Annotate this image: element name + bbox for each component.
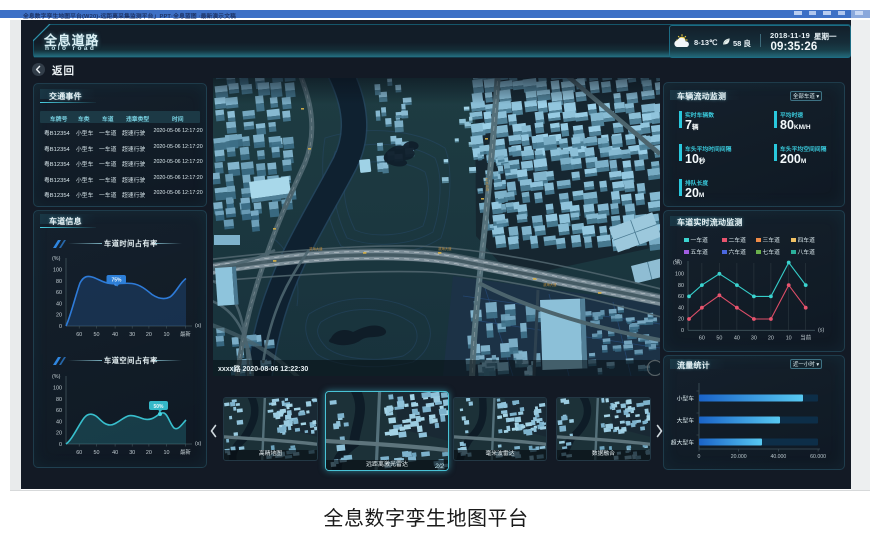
svg-text:(%): (%) xyxy=(52,374,61,380)
svg-text:60.000: 60.000 xyxy=(810,454,826,460)
svg-text:60: 60 xyxy=(678,294,684,300)
svg-text:50%: 50% xyxy=(153,404,164,410)
svg-text:30: 30 xyxy=(129,450,135,456)
svg-text:(辆): (辆) xyxy=(673,258,682,266)
svg-text:20: 20 xyxy=(56,313,62,319)
svg-text:40: 40 xyxy=(678,305,684,311)
svg-text:超大型车: 超大型车 xyxy=(671,438,694,446)
svg-text:40: 40 xyxy=(56,419,62,425)
svg-text:100: 100 xyxy=(675,272,684,278)
svg-text:0: 0 xyxy=(59,324,62,330)
svg-text:10: 10 xyxy=(164,450,170,456)
svg-text:75%: 75% xyxy=(111,278,122,284)
svg-text:20: 20 xyxy=(146,450,152,456)
svg-text:100: 100 xyxy=(53,268,62,274)
svg-text:80: 80 xyxy=(56,279,62,285)
svg-text:20: 20 xyxy=(56,431,62,437)
svg-text:20: 20 xyxy=(146,332,152,338)
svg-text:60: 60 xyxy=(56,290,62,296)
svg-text:40: 40 xyxy=(734,336,740,342)
svg-text:0: 0 xyxy=(698,454,701,460)
svg-text:80: 80 xyxy=(678,283,684,289)
svg-text:(s): (s) xyxy=(195,441,201,447)
svg-text:(s): (s) xyxy=(195,323,201,329)
svg-text:滨海大道: 滨海大道 xyxy=(438,246,452,251)
svg-text:80: 80 xyxy=(56,397,62,403)
svg-text:20: 20 xyxy=(768,336,774,342)
svg-text:60: 60 xyxy=(76,450,82,456)
svg-text:100: 100 xyxy=(53,386,62,392)
svg-text:10: 10 xyxy=(786,336,792,342)
svg-text:50: 50 xyxy=(94,450,100,456)
svg-text:40: 40 xyxy=(112,332,118,338)
svg-text:小型车: 小型车 xyxy=(677,394,695,402)
svg-text:20: 20 xyxy=(678,317,684,323)
svg-text:60: 60 xyxy=(76,332,82,338)
svg-text:30: 30 xyxy=(751,336,757,342)
svg-text:(s): (s) xyxy=(818,328,824,334)
svg-text:0: 0 xyxy=(681,328,684,334)
svg-text:60: 60 xyxy=(56,408,62,414)
svg-text:滨海大道: 滨海大道 xyxy=(543,282,557,287)
svg-text:当前: 当前 xyxy=(800,334,811,342)
svg-text:60: 60 xyxy=(699,336,705,342)
svg-text:20.000: 20.000 xyxy=(731,454,747,460)
svg-text:大型车: 大型车 xyxy=(677,416,695,424)
svg-text:10: 10 xyxy=(164,332,170,338)
svg-text:40.000: 40.000 xyxy=(770,454,786,460)
svg-text:50: 50 xyxy=(94,332,100,338)
svg-text:40: 40 xyxy=(56,301,62,307)
svg-text:最新: 最新 xyxy=(180,330,191,338)
svg-text:(%): (%) xyxy=(52,256,61,262)
svg-text:滨海大道: 滨海大道 xyxy=(309,246,323,251)
svg-text:0: 0 xyxy=(59,442,62,448)
svg-text:30: 30 xyxy=(129,332,135,338)
svg-text:最新: 最新 xyxy=(180,448,191,456)
svg-text:50: 50 xyxy=(716,336,722,342)
svg-text:40: 40 xyxy=(112,450,118,456)
